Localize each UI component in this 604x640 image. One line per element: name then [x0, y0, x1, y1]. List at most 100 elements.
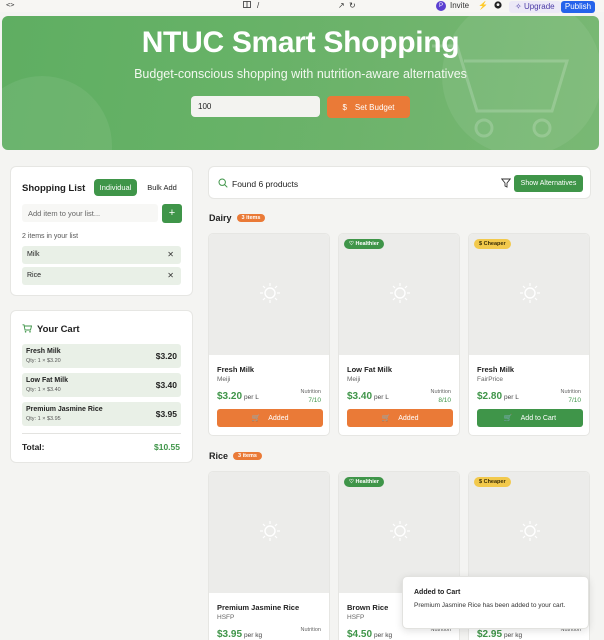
image-placeholder-icon: [260, 521, 280, 541]
category-title: Rice: [209, 451, 229, 461]
category-header: Rice 3 items: [209, 451, 262, 461]
filter-icon[interactable]: [501, 178, 511, 188]
toast-notification[interactable]: Added to Cart Premium Jasmine Rice has b…: [402, 576, 589, 629]
product-brand: Meiji: [347, 376, 361, 383]
healthier-badge: ♡ Healthier: [344, 239, 385, 249]
dollar-icon: $: [479, 479, 483, 485]
add-item-input[interactable]: [22, 204, 158, 222]
reload-icon[interactable]: ↻: [349, 1, 356, 10]
remove-icon[interactable]: ✕: [167, 267, 174, 285]
total-value: $10.55: [154, 442, 180, 452]
cart-item-price: $3.20: [155, 351, 177, 361]
product-price: $2.95 per kg: [477, 629, 522, 640]
book-icon[interactable]: [243, 1, 251, 10]
action-label: Add to Cart: [520, 414, 557, 422]
price-unit: per kg: [244, 632, 263, 639]
product-price: $2.80 per L: [477, 391, 519, 402]
cart-item-price: $3.95: [155, 409, 177, 419]
product-image: [469, 472, 589, 593]
category-title: Dairy: [209, 213, 232, 223]
nutrition-label: Nutrition: [300, 627, 321, 633]
product-image: [209, 472, 329, 593]
shopping-list-title: Shopping List: [22, 183, 86, 194]
avatar[interactable]: P: [436, 1, 446, 11]
product-card: Premium Jasmine Rice HSFP $3.95 per kg Nu…: [208, 471, 330, 640]
healthier-badge: ♡ Healthier: [344, 477, 385, 487]
image-placeholder-icon: [390, 521, 410, 541]
dollar-icon: $: [479, 241, 483, 247]
product-brand: FairPrice: [477, 376, 504, 383]
mode-individual-button[interactable]: Individual: [94, 179, 137, 196]
price-unit: per L: [244, 394, 259, 401]
price-value: $2.95: [477, 629, 503, 640]
cart-item-price: $3.40: [155, 380, 177, 390]
cart-icon: 🛒: [381, 415, 391, 422]
search-results-bar: Found 6 products Show Alternatives: [208, 166, 591, 199]
cheaper-badge: $ Cheaper: [474, 239, 511, 249]
cheaper-badge: $ Cheaper: [474, 477, 511, 487]
add-item-button[interactable]: +: [162, 204, 182, 223]
product-price: $3.95 per kg: [217, 629, 262, 640]
add-to-cart-button[interactable]: 🛒 Add to Cart: [477, 409, 583, 427]
cart-icon: [22, 324, 33, 335]
heart-icon: ♡: [349, 479, 354, 485]
invite-button[interactable]: Invite: [450, 1, 469, 10]
added-button[interactable]: 🛒 Added: [347, 409, 453, 427]
divider: [22, 433, 181, 434]
total-label: Total:: [22, 442, 45, 452]
hero-banner: NTUC Smart Shopping Budget-conscious sho…: [2, 16, 599, 150]
product-card: Fresh Milk Meiji $3.20 per L Nutrition 7/…: [208, 233, 330, 436]
cart-item-qty: Qty: 1 × $3.95: [26, 416, 61, 422]
price-unit: per kg: [374, 632, 393, 639]
category-count-badge: 3 items: [233, 452, 262, 460]
cart-item: Fresh Milk Qty: 1 × $3.20 $3.20: [22, 344, 181, 368]
budget-input[interactable]: [191, 96, 320, 117]
show-alternatives-button[interactable]: Show Alternatives: [514, 175, 583, 192]
cart-panel: Your Cart Fresh Milk Qty: 1 × $3.20 $3.2…: [10, 310, 193, 463]
action-label: Added: [268, 414, 289, 422]
nutrition-score: 8/10: [438, 397, 451, 404]
nutrition-label: Nutrition: [430, 389, 451, 395]
mode-bulk-add-button[interactable]: Bulk Add: [141, 179, 183, 196]
product-brand: Meiji: [217, 376, 231, 383]
list-item: Rice ✕: [22, 267, 181, 285]
nutrition-score: 7/10: [308, 397, 321, 404]
added-button[interactable]: 🛒 Added: [217, 409, 323, 427]
set-budget-label: Set Budget: [354, 102, 395, 112]
list-item-label: Rice: [27, 272, 42, 279]
product-image: [209, 234, 329, 355]
price-unit: per L: [374, 394, 389, 401]
cart-item: Low Fat Milk Qty: 1 × $3.40 $3.40: [22, 373, 181, 397]
remove-icon[interactable]: ✕: [167, 246, 174, 264]
search-icon: [218, 178, 228, 188]
open-external-icon[interactable]: ↗: [338, 1, 345, 10]
set-budget-button[interactable]: $ Set Budget: [327, 96, 410, 118]
github-icon[interactable]: [494, 1, 502, 11]
product-price: $3.20 per L: [217, 391, 259, 402]
shopping-list-panel: Shopping List Individual Bulk Add + 2 it…: [10, 166, 193, 296]
product-name: Brown Rice: [347, 603, 389, 612]
image-placeholder-icon: [260, 283, 280, 303]
price-value: $3.40: [347, 391, 373, 402]
product-brand: HSFP: [217, 614, 235, 621]
price-unit: per L: [504, 394, 519, 401]
toast-title: Added to Cart: [414, 589, 461, 596]
toast-message: Premium Jasmine Rice has been added to y…: [414, 602, 566, 609]
cart-title-label: Your Cart: [37, 324, 80, 335]
dollar-icon: $: [342, 102, 347, 112]
hero-decoration: [2, 76, 112, 150]
product-brand: HSFP: [347, 614, 365, 621]
publish-button[interactable]: Publish: [561, 1, 595, 13]
product-card: ♡ Healthier Low Fat Milk Meiji $3.40 per …: [338, 233, 460, 436]
product-price: $3.40 per L: [347, 391, 389, 402]
code-brackets-icon[interactable]: <>: [6, 1, 14, 9]
product-card: $ Cheaper Fresh Milk FairPrice $2.80 per …: [468, 233, 590, 436]
product-image: [469, 234, 589, 355]
upgrade-button[interactable]: ✧ Upgrade: [509, 1, 561, 13]
bolt-icon[interactable]: ⚡: [478, 1, 488, 10]
price-value: $2.80: [477, 391, 503, 402]
product-name: Fresh Milk: [477, 365, 515, 374]
image-placeholder-icon: [520, 283, 540, 303]
page-title: NTUC Smart Shopping: [141, 26, 460, 59]
cart-item: Premium Jasmine Rice Qty: 1 × $3.95 $3.9…: [22, 402, 181, 426]
